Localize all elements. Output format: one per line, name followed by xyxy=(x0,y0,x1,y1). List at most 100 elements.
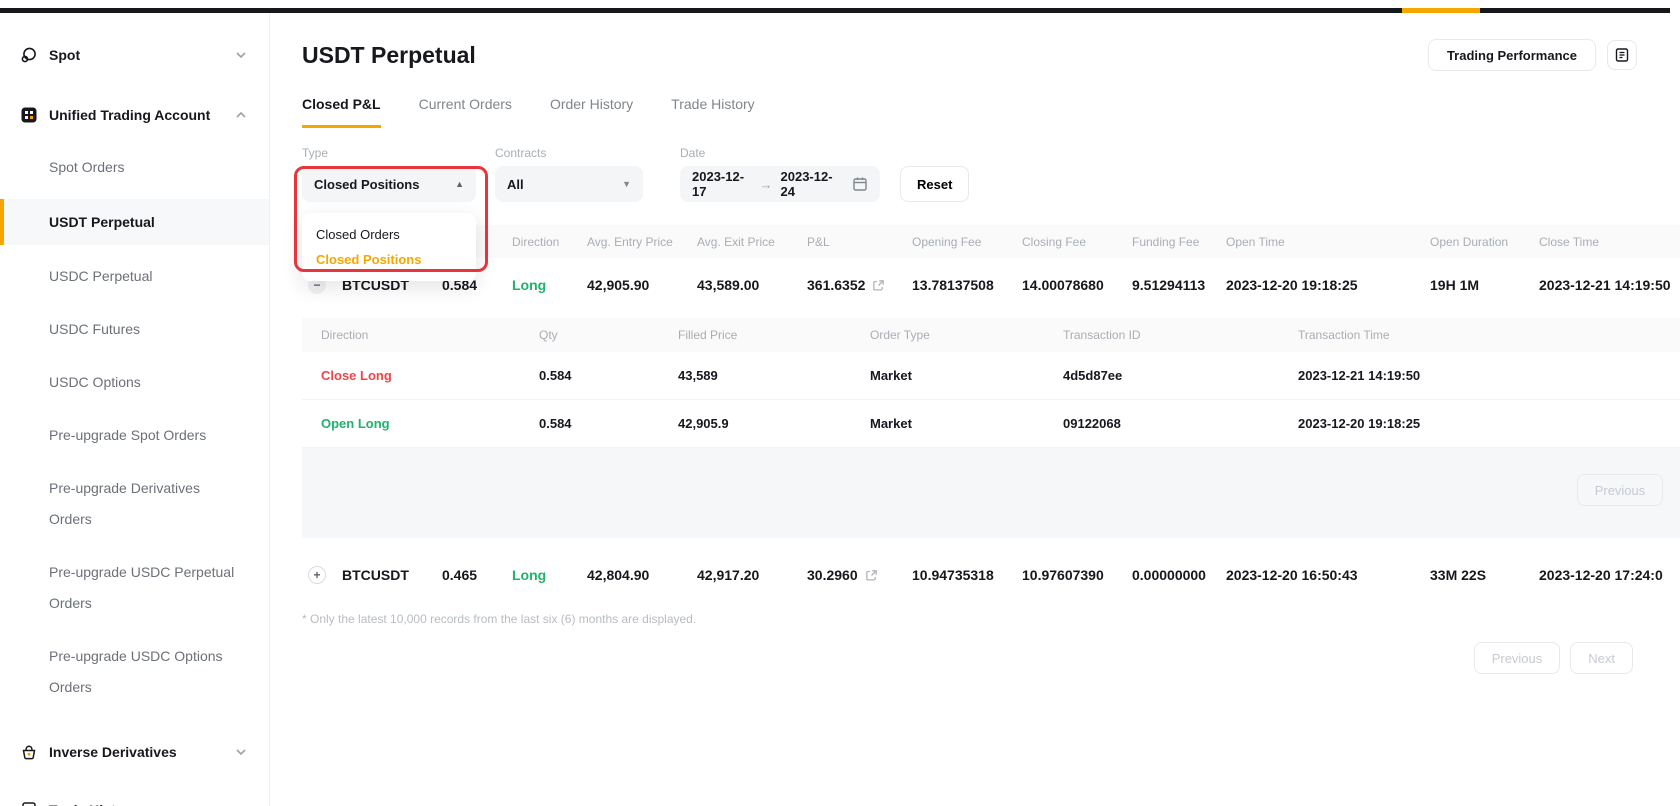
cell-opening-fee: 10.94735318 xyxy=(912,567,1022,583)
contracts-filter: Contracts All ▼ xyxy=(495,146,643,202)
subcol-direction: Direction xyxy=(321,328,539,342)
tab-bar: Closed P&L Current Orders Order History … xyxy=(302,96,1680,128)
type-select[interactable]: Closed Positions ▲ xyxy=(302,166,476,202)
trading-performance-button[interactable]: Trading Performance xyxy=(1428,39,1596,71)
report-icon xyxy=(1614,47,1630,63)
subcell-transaction-time: 2023-12-20 19:18:25 xyxy=(1298,416,1680,431)
subcell-qty: 0.584 xyxy=(539,416,678,431)
sidebar-item-pre-upgrade-usdc-perpetual-orders[interactable]: Pre-upgrade USDC Perpetual Orders xyxy=(0,557,252,619)
sidebar-item-usdc-options[interactable]: USDC Options xyxy=(0,367,269,398)
sidebar-item-pre-upgrade-derivatives-orders[interactable]: Pre-upgrade Derivatives Orders xyxy=(0,473,230,535)
calendar-icon xyxy=(852,176,868,192)
sidebar-item-pre-upgrade-spot-orders[interactable]: Pre-upgrade Spot Orders xyxy=(0,420,269,451)
subtable-header: Direction Qty Filled Price Order Type Tr… xyxy=(302,318,1680,352)
menu-item-closed-orders[interactable]: Closed Orders xyxy=(302,222,476,247)
cell-qty: 0.465 xyxy=(442,567,512,583)
subcell-filled-price: 43,589 xyxy=(678,368,870,383)
date-filter: Date 2023-12-17 → 2023-12-24 xyxy=(680,146,880,202)
reset-button[interactable]: Reset xyxy=(900,166,969,202)
col-opening-fee: Opening Fee xyxy=(912,235,1022,249)
cell-avg-entry: 42,804.90 xyxy=(587,567,697,583)
table-header: Direction Avg. Entry Price Avg. Exit Pri… xyxy=(302,225,1680,258)
report-icon-button[interactable] xyxy=(1607,40,1637,70)
tab-trade-history[interactable]: Trade History xyxy=(671,96,755,128)
col-direction: Direction xyxy=(512,235,587,249)
sidebar-item-label: Spot xyxy=(49,47,235,63)
cell-opening-fee: 13.78137508 xyxy=(912,277,1022,293)
cell-direction: Long xyxy=(512,567,587,583)
share-pnl-icon[interactable] xyxy=(865,569,878,582)
col-avg-exit-price: Avg. Exit Price xyxy=(697,235,807,249)
date-filter-label: Date xyxy=(680,146,880,160)
chevron-up-icon xyxy=(235,111,247,119)
cell-pnl: 361.6352 xyxy=(807,277,865,293)
sidebar-item-inverse-derivatives[interactable]: Inverse Derivatives xyxy=(0,737,269,767)
top-bar-accent xyxy=(1402,8,1480,13)
sidebar-item-usdt-perpetual[interactable]: USDT Perpetual xyxy=(0,199,269,245)
tools-history-icon xyxy=(20,801,38,806)
menu-item-closed-positions[interactable]: Closed Positions xyxy=(302,247,476,272)
caret-up-icon: ▲ xyxy=(455,179,464,189)
date-start-value: 2023-12-17 xyxy=(692,169,752,199)
cell-closing-fee: 14.00078680 xyxy=(1022,277,1132,293)
sidebar-item-spot[interactable]: Spot xyxy=(0,40,269,70)
col-avg-entry-price: Avg. Entry Price xyxy=(587,235,697,249)
subtable-row: Close Long 0.584 43,589 Market 4d5d87ee … xyxy=(302,352,1680,400)
cell-funding-fee: 0.00000000 xyxy=(1132,567,1226,583)
contracts-filter-label: Contracts xyxy=(495,146,643,160)
sidebar-item-unified-trading-account[interactable]: Unified Trading Account xyxy=(0,100,269,130)
subcell-transaction-id: 4d5d87ee xyxy=(1063,368,1298,383)
subcol-transaction-id: Transaction ID xyxy=(1063,328,1298,342)
table-row: − BTCUSDT 0.584 Long 42,905.90 43,589.00… xyxy=(302,258,1680,312)
chevron-down-icon xyxy=(235,748,247,756)
caret-down-icon: ▼ xyxy=(622,179,631,189)
records-limit-note: * Only the latest 10,000 records from th… xyxy=(302,612,1680,626)
cell-contracts: BTCUSDT xyxy=(342,567,442,583)
expand-row-icon[interactable]: + xyxy=(308,566,326,584)
previous-page-button[interactable]: Previous xyxy=(1474,642,1561,674)
subtable-previous-button[interactable]: Previous xyxy=(1577,474,1664,506)
page-title: USDT Perpetual xyxy=(302,42,476,69)
sidebar-item-tools-history[interactable]: Tools History xyxy=(0,795,269,806)
sidebar-item-pre-upgrade-usdc-options-orders[interactable]: Pre-upgrade USDC Options Orders xyxy=(0,641,240,703)
sidebar-item-usdc-futures[interactable]: USDC Futures xyxy=(0,314,269,345)
subcell-qty: 0.584 xyxy=(539,368,678,383)
tab-closed-pnl[interactable]: Closed P&L xyxy=(302,96,381,128)
type-select-value: Closed Positions xyxy=(314,177,419,192)
sidebar-item-label: Tools History xyxy=(49,802,235,806)
filter-bar: Type Closed Positions ▲ Contracts All ▼ … xyxy=(302,146,1680,202)
sidebar-item-label: Unified Trading Account xyxy=(49,107,235,123)
subcol-order-type: Order Type xyxy=(870,328,1063,342)
chevron-down-icon xyxy=(235,51,247,59)
tab-order-history[interactable]: Order History xyxy=(550,96,633,128)
subtable-pagination: Previous Next xyxy=(302,448,1680,538)
cell-avg-entry: 42,905.90 xyxy=(587,277,697,293)
sidebar-item-spot-orders[interactable]: Spot Orders xyxy=(0,152,269,183)
tab-current-orders[interactable]: Current Orders xyxy=(419,96,512,128)
type-filter: Type Closed Positions ▲ xyxy=(302,146,476,202)
subcol-qty: Qty xyxy=(539,328,678,342)
col-pnl: P&L xyxy=(807,235,912,249)
cell-open-duration: 19H 1M xyxy=(1430,277,1539,293)
cell-close-time: 2023-12-21 14:19:50 xyxy=(1539,277,1680,293)
contracts-select[interactable]: All ▼ xyxy=(495,166,643,202)
main-content: USDT Perpetual Trading Performance Close… xyxy=(270,13,1680,806)
header-actions: Trading Performance xyxy=(1428,39,1637,71)
inverse-derivatives-icon xyxy=(20,743,38,761)
col-close-time: Close Time xyxy=(1539,235,1680,249)
subcol-filled-price: Filled Price xyxy=(678,328,870,342)
share-pnl-icon[interactable] xyxy=(872,279,885,292)
sidebar-item-usdc-perpetual[interactable]: USDC Perpetual xyxy=(0,261,269,292)
date-range-arrow-icon: → xyxy=(760,177,773,192)
cell-direction: Long xyxy=(512,277,587,293)
cell-open-duration: 33M 22S xyxy=(1430,567,1539,583)
date-range-picker[interactable]: 2023-12-17 → 2023-12-24 xyxy=(680,166,880,202)
cell-open-time: 2023-12-20 16:50:43 xyxy=(1226,567,1430,583)
next-page-button[interactable]: Next xyxy=(1570,642,1633,674)
col-funding-fee: Funding Fee xyxy=(1132,235,1226,249)
cell-avg-exit: 42,917.20 xyxy=(697,567,807,583)
cell-avg-exit: 43,589.00 xyxy=(697,277,807,293)
subcell-direction: Open Long xyxy=(321,416,539,431)
cell-funding-fee: 9.51294113 xyxy=(1132,277,1226,293)
app-root: Spot Unified Trading Account Spot Orders… xyxy=(0,13,1680,806)
